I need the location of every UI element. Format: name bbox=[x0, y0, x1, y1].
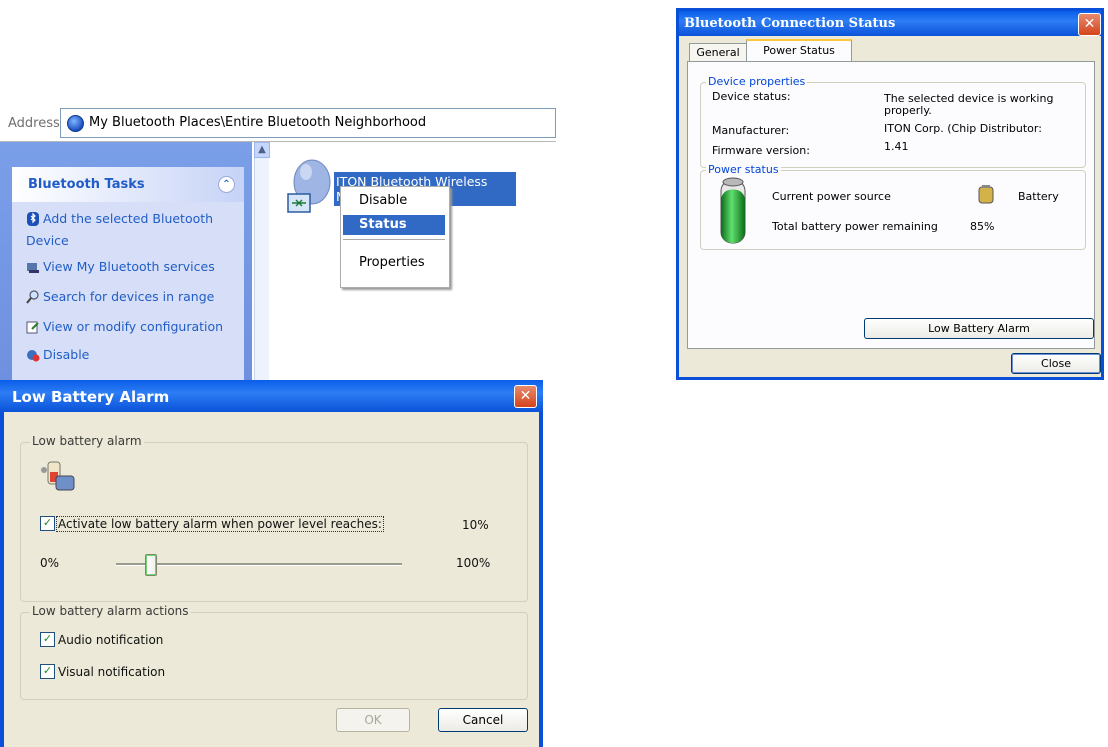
activate-alarm-checkbox[interactable]: ✓ bbox=[40, 516, 55, 531]
scroll-up-icon[interactable]: ▲ bbox=[254, 142, 270, 158]
close-button[interactable]: Close bbox=[1011, 353, 1101, 374]
audio-notification-label: Audio notification bbox=[58, 633, 164, 647]
menu-item-disable[interactable]: Disable bbox=[343, 191, 445, 211]
audio-notification-checkbox[interactable]: ✓ bbox=[40, 632, 55, 647]
alarm-actions-group-title: Low battery alarm actions bbox=[30, 604, 191, 618]
menu-item-status[interactable]: Status bbox=[343, 215, 445, 235]
task-add-device[interactable]: Add the selected Bluetooth bbox=[26, 211, 213, 226]
low-battery-alarm-dialog: Low Battery Alarm ✕ Low battery alarm ✓ … bbox=[0, 380, 543, 747]
address-value: My Bluetooth Places\Entire Bluetooth Nei… bbox=[89, 115, 427, 130]
threshold-value: 10% bbox=[462, 518, 489, 532]
task-disable-label: Disable bbox=[43, 347, 90, 362]
address-label: Address bbox=[8, 116, 60, 131]
tab-general[interactable]: General bbox=[689, 43, 747, 62]
task-search-devices[interactable]: Search for devices in range bbox=[26, 289, 214, 304]
search-icon bbox=[26, 290, 39, 304]
task-view-configuration-label: View or modify configuration bbox=[43, 319, 224, 334]
slider-min-label: 0% bbox=[40, 556, 60, 570]
activate-alarm-label[interactable]: Activate low battery alarm when power le… bbox=[56, 516, 384, 532]
close-icon[interactable]: ✕ bbox=[514, 385, 537, 408]
task-search-devices-label: Search for devices in range bbox=[43, 289, 215, 304]
low-battery-alarm-group-title: Low battery alarm bbox=[30, 434, 144, 448]
address-input[interactable]: My Bluetooth Places\Entire Bluetooth Nei… bbox=[60, 108, 556, 138]
menu-item-disable-label: Disable bbox=[359, 193, 408, 208]
cancel-button[interactable]: Cancel bbox=[438, 708, 528, 732]
device-status-label: Device status: bbox=[712, 90, 791, 103]
power-source-value: Battery bbox=[1018, 190, 1059, 203]
threshold-slider-track[interactable] bbox=[116, 563, 402, 566]
context-menu: Disable Status Properties bbox=[340, 186, 450, 288]
power-source-label: Current power source bbox=[772, 190, 891, 203]
battery-remaining-value: 85% bbox=[970, 220, 995, 233]
slider-max-label: 100% bbox=[456, 556, 491, 570]
visual-notification-checkbox[interactable]: ✓ bbox=[40, 664, 55, 679]
firmware-value: 1.41 bbox=[884, 140, 909, 153]
bluetooth-tasks-panel: Bluetooth Tasks ⌃ Add the selected Bluet… bbox=[12, 167, 244, 380]
battery-remaining-label: Total battery power remaining bbox=[772, 220, 938, 233]
ok-button[interactable]: OK bbox=[336, 708, 410, 732]
task-view-services-label: View My Bluetooth services bbox=[43, 259, 215, 274]
explorer-window: Address My Bluetooth Places\Entire Bluet… bbox=[0, 104, 556, 380]
menu-item-properties-label: Properties bbox=[359, 255, 425, 270]
title-bar[interactable]: Low Battery Alarm ✕ bbox=[0, 380, 543, 412]
menu-item-status-label: Status bbox=[359, 217, 407, 232]
bluetooth-status-dialog: Bluetooth Connection Status ✕ General Po… bbox=[676, 8, 1104, 380]
services-icon bbox=[27, 263, 39, 273]
power-status-group bbox=[700, 170, 1086, 250]
title-bar[interactable]: Bluetooth Connection Status ✕ bbox=[679, 11, 1101, 36]
address-bar: Address My Bluetooth Places\Entire Bluet… bbox=[0, 104, 556, 142]
tab-power-status[interactable]: Power Status bbox=[746, 39, 852, 63]
disable-icon bbox=[27, 350, 40, 362]
manufacturer-label: Manufacturer: bbox=[712, 124, 790, 137]
vertical-scrollbar[interactable] bbox=[254, 142, 269, 380]
battery-icon bbox=[978, 185, 994, 204]
configuration-icon bbox=[26, 321, 39, 334]
power-status-title: Power status bbox=[706, 163, 781, 176]
power-status-panel: Device properties Device status: The sel… bbox=[687, 61, 1095, 349]
dialog-title: Low Battery Alarm bbox=[12, 388, 170, 406]
menu-separator bbox=[343, 239, 445, 240]
task-add-device-line2[interactable]: Device bbox=[26, 233, 69, 248]
bluetooth-tasks-header[interactable]: Bluetooth Tasks ⌃ bbox=[12, 167, 244, 202]
bluetooth-places-icon bbox=[67, 115, 84, 132]
task-add-device-label-line2: Device bbox=[26, 233, 69, 248]
dialog-title: Bluetooth Connection Status bbox=[684, 16, 896, 31]
visual-notification-label: Visual notification bbox=[58, 665, 166, 679]
firmware-label: Firmware version: bbox=[712, 144, 810, 157]
menu-item-properties[interactable]: Properties bbox=[343, 253, 445, 273]
device-properties-title: Device properties bbox=[706, 75, 808, 88]
device-status-value-line2: properly. bbox=[884, 104, 932, 117]
task-view-services[interactable]: View My Bluetooth services bbox=[26, 259, 215, 274]
collapse-icon[interactable]: ⌃ bbox=[218, 176, 235, 193]
task-view-configuration[interactable]: View or modify configuration bbox=[26, 319, 223, 334]
wireless-mouse-icon[interactable] bbox=[286, 158, 332, 216]
bluetooth-icon bbox=[27, 212, 39, 226]
alarm-actions-group bbox=[20, 612, 528, 700]
close-icon[interactable]: ✕ bbox=[1078, 13, 1101, 36]
task-disable[interactable]: Disable bbox=[26, 347, 89, 362]
bluetooth-tasks-title: Bluetooth Tasks bbox=[28, 177, 145, 192]
low-battery-alarm-button[interactable]: Low Battery Alarm bbox=[864, 318, 1094, 339]
task-add-device-label: Add the selected Bluetooth bbox=[43, 211, 214, 226]
manufacturer-value: ITON Corp. (Chip Distributor: bbox=[884, 122, 1042, 135]
battery-alarm-icon bbox=[41, 461, 75, 491]
threshold-slider-thumb[interactable] bbox=[144, 554, 157, 576]
battery-level-icon bbox=[720, 177, 746, 244]
